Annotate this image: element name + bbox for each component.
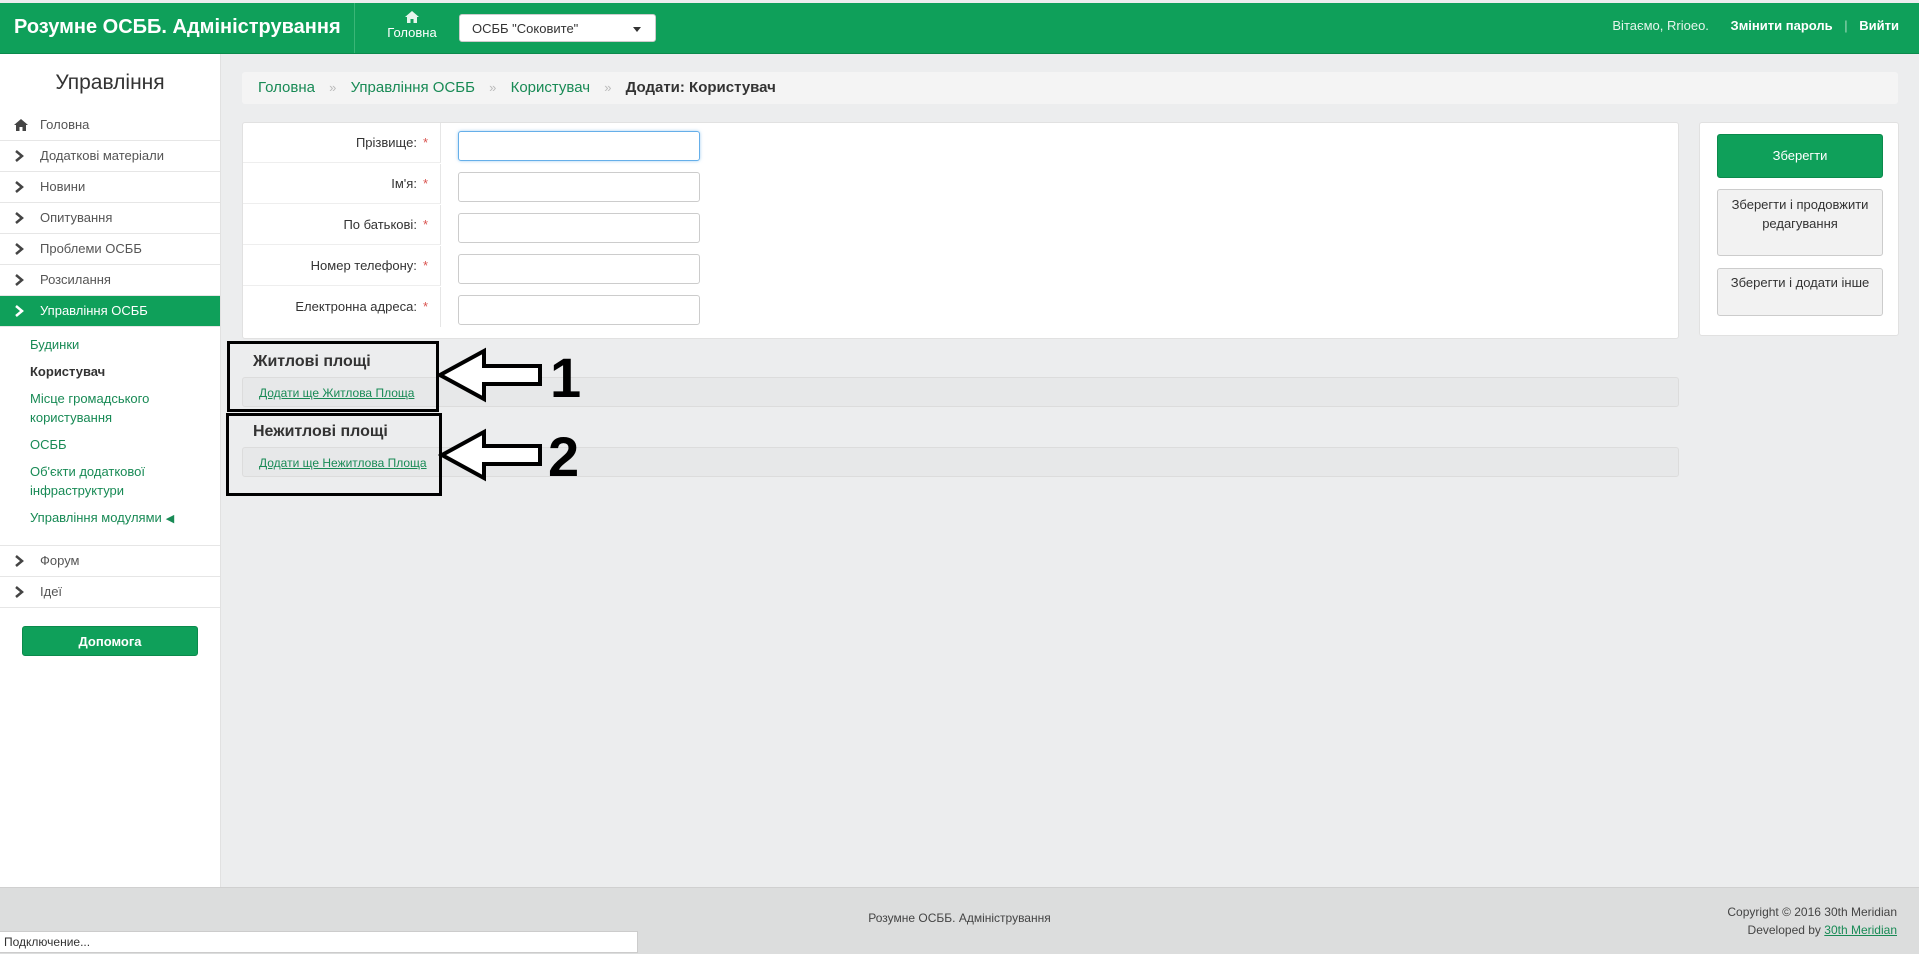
subnav-item-label: Управління модулями bbox=[30, 510, 162, 525]
sidebar-item-label: Управління ОСББ bbox=[40, 303, 148, 318]
sidebar-subnav: Будинки Користувач Місце громадського ко… bbox=[0, 327, 220, 545]
sidebar-item-ideas[interactable]: Ідеї bbox=[0, 577, 220, 608]
form-row-patronymic: По батькові: * bbox=[243, 205, 1678, 246]
patronymic-input[interactable] bbox=[458, 213, 700, 243]
developer-link[interactable]: 30th Meridian bbox=[1824, 923, 1897, 937]
subnav-item-buildings[interactable]: Будинки bbox=[30, 335, 200, 354]
subnav-item-user[interactable]: Користувач bbox=[30, 362, 200, 381]
required-marker: * bbox=[422, 299, 428, 314]
caret-down-icon bbox=[633, 27, 641, 32]
breadcrumb-separator: » bbox=[329, 80, 337, 95]
sidebar-item-label: Додаткові матеріали bbox=[40, 148, 164, 163]
breadcrumb-separator: » bbox=[604, 80, 612, 95]
sidebar-item-label: Форум bbox=[40, 553, 80, 568]
logout-link[interactable]: Вийти bbox=[1859, 18, 1899, 33]
required-marker: * bbox=[422, 135, 428, 150]
greeting-text: Вітаємо, Rrioeo. bbox=[1612, 18, 1709, 33]
form-row-phone: Номер телефону: * bbox=[243, 246, 1678, 287]
sidebar: Управління Головна Додаткові матеріали Н… bbox=[0, 54, 221, 887]
save-and-add-another-button[interactable]: Зберегти і додати інше bbox=[1717, 268, 1883, 316]
breadcrumb-current: Додати: Користувач bbox=[625, 79, 776, 96]
annotation-arrow-1-icon bbox=[436, 347, 542, 403]
sidebar-item-news[interactable]: Новини bbox=[0, 172, 220, 203]
sidebar-item-home[interactable]: Головна bbox=[0, 110, 220, 141]
collapse-arrow-icon: ◀ bbox=[165, 513, 175, 525]
sidebar-item-label: Розсилання bbox=[40, 272, 111, 287]
developed-by-text: Developed by bbox=[1747, 923, 1821, 937]
required-marker: * bbox=[422, 217, 428, 232]
first-name-input[interactable] bbox=[458, 172, 700, 202]
sidebar-item-problems[interactable]: Проблеми ОСББ bbox=[0, 234, 220, 265]
top-navbar: Розумне ОСББ. Адміністрування Головна ОС… bbox=[0, 3, 1919, 54]
subnav-item-infrastructure[interactable]: Об'єкти додаткової інфраструктури bbox=[30, 462, 200, 500]
required-marker: * bbox=[422, 258, 428, 273]
sidebar-item-label: Проблеми ОСББ bbox=[40, 241, 142, 256]
breadcrumb-user[interactable]: Користувач bbox=[511, 79, 590, 96]
form-row-first-name: Ім'я: * bbox=[243, 164, 1678, 205]
annotation-box-2 bbox=[226, 413, 442, 496]
help-button[interactable]: Допомога bbox=[22, 626, 198, 656]
sidebar-item-label: Головна bbox=[40, 117, 90, 132]
phone-input[interactable] bbox=[458, 254, 700, 284]
email-label: Електронна адреса: * bbox=[243, 287, 441, 327]
browser-status-bar: Подключение... bbox=[0, 931, 638, 953]
actions-panel: Зберегти Зберегти і продовжити редагуван… bbox=[1699, 122, 1899, 336]
home-link-label: Головна bbox=[387, 25, 437, 40]
developed-by-line: Developed by 30th Meridian bbox=[1727, 921, 1897, 939]
required-marker: * bbox=[422, 176, 428, 191]
osbb-select-value: ОСББ "Соковите" bbox=[472, 21, 579, 36]
home-icon bbox=[405, 11, 419, 23]
breadcrumb-separator: » bbox=[489, 80, 497, 95]
sidebar-item-forum[interactable]: Форум bbox=[0, 545, 220, 577]
breadcrumb-osbb-management[interactable]: Управління ОСББ bbox=[351, 79, 475, 96]
sidebar-item-label: Опитування bbox=[40, 210, 113, 225]
save-and-continue-button[interactable]: Зберегти і продовжити редагування bbox=[1717, 189, 1883, 256]
sidebar-item-label: Новини bbox=[40, 179, 86, 194]
osbb-select[interactable]: ОСББ "Соковите" bbox=[459, 14, 656, 42]
user-tools-separator: | bbox=[1844, 18, 1848, 33]
change-password-link[interactable]: Змінити пароль bbox=[1731, 18, 1833, 33]
chevron-right-icon bbox=[14, 296, 24, 337]
footer-title: Розумне ОСББ. Адміністрування bbox=[868, 911, 1051, 925]
sidebar-item-additional-materials[interactable]: Додаткові матеріали bbox=[0, 141, 220, 172]
subnav-item-modules[interactable]: Управління модулями ◀ bbox=[30, 508, 200, 529]
first-name-label: Ім'я: * bbox=[243, 164, 441, 204]
brand-title[interactable]: Розумне ОСББ. Адміністрування bbox=[14, 16, 341, 39]
surname-input[interactable] bbox=[458, 131, 700, 161]
patronymic-label: По батькові: * bbox=[243, 205, 441, 245]
sidebar-title: Управління bbox=[55, 71, 165, 94]
save-button[interactable]: Зберегти bbox=[1717, 134, 1883, 178]
user-form: Прізвище: * Ім'я: * По батькові: * Номер те… bbox=[242, 122, 1679, 339]
annotation-arrow-2-icon bbox=[438, 428, 542, 482]
breadcrumb-home[interactable]: Головна bbox=[258, 79, 315, 96]
annotation-number-1: 1 bbox=[550, 346, 582, 409]
sidebar-item-label: Ідеї bbox=[40, 584, 63, 599]
sidebar-item-mailing[interactable]: Розсилання bbox=[0, 265, 220, 296]
user-tools: Вітаємо, Rrioeo. Змінити пароль | Вийти bbox=[1612, 18, 1899, 33]
navbar-divider bbox=[354, 3, 355, 53]
phone-label: Номер телефону: * bbox=[243, 246, 441, 286]
subnav-item-public-place[interactable]: Місце громадського користування bbox=[30, 389, 200, 427]
footer-credits: Copyright © 2016 30th Meridian Developed… bbox=[1727, 903, 1897, 939]
copyright-text: Copyright © 2016 30th Meridian bbox=[1727, 905, 1897, 919]
subnav-item-osbb[interactable]: ОСББ bbox=[30, 435, 200, 454]
home-link[interactable]: Головна bbox=[380, 11, 444, 40]
sidebar-item-osbb-management[interactable]: Управління ОСББ bbox=[0, 296, 220, 327]
surname-label: Прізвище: * bbox=[243, 123, 441, 163]
breadcrumb: Головна » Управління ОСББ » Користувач »… bbox=[242, 72, 1898, 104]
sidebar-item-polls[interactable]: Опитування bbox=[0, 203, 220, 234]
chevron-right-icon bbox=[14, 577, 24, 618]
annotation-number-2: 2 bbox=[548, 425, 580, 488]
email-input[interactable] bbox=[458, 295, 700, 325]
annotation-box-1 bbox=[227, 341, 439, 412]
form-row-surname: Прізвище: * bbox=[243, 123, 1678, 164]
sidebar-nav: Головна Додаткові матеріали Новини Опиту… bbox=[0, 110, 220, 608]
form-row-email: Електронна адреса: * bbox=[243, 287, 1678, 328]
